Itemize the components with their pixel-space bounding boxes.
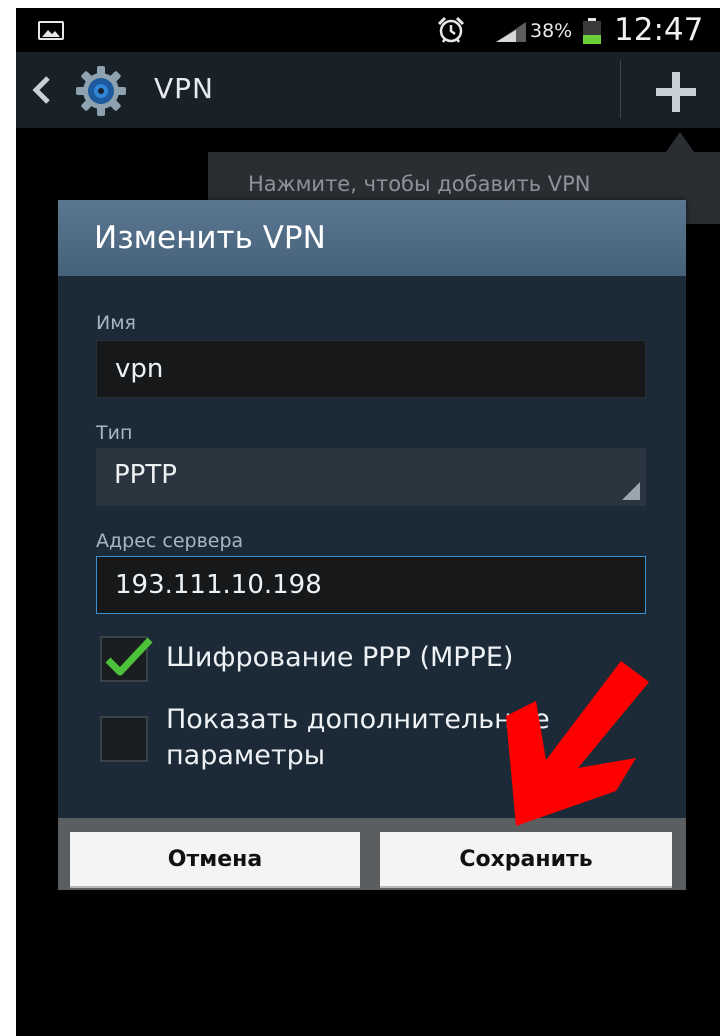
tooltip-pointer (666, 132, 694, 152)
server-address-label: Адрес сервера (96, 530, 244, 552)
type-dropdown[interactable]: PPTP (96, 448, 646, 506)
advanced-options-label-line1: Показать дополнительные (166, 704, 550, 735)
server-address-field[interactable]: 193.111.10.198 (96, 556, 646, 614)
phone-screen: 38% 12:47 VPN Нажмите, чтобы добавить VP… (16, 8, 720, 1036)
status-bar: 38% 12:47 (16, 8, 720, 52)
gallery-icon (38, 21, 64, 40)
add-plus-icon[interactable] (654, 70, 698, 114)
battery-percent: 38% (530, 20, 573, 42)
encryption-checkbox[interactable] (100, 636, 153, 682)
dialog-title: Изменить VPN (94, 220, 326, 256)
cancel-button[interactable]: Отмена (70, 832, 360, 888)
back-chevron-icon[interactable] (30, 74, 52, 106)
dropdown-corner-icon (622, 482, 640, 500)
tooltip-text: Нажмите, чтобы добавить VPN (248, 172, 591, 196)
name-value: vpn (115, 354, 164, 384)
type-label: Тип (96, 422, 133, 444)
page-title: VPN (154, 72, 214, 105)
save-button[interactable]: Сохранить (380, 832, 672, 888)
type-value: PPTP (114, 460, 177, 490)
action-bar: VPN (16, 52, 720, 128)
dialog-header: Изменить VPN (58, 200, 686, 276)
encryption-label[interactable]: Шифрование PPP (MPPE) (166, 640, 513, 676)
advanced-options-label[interactable]: Показать дополнительные параметры (166, 702, 550, 774)
advanced-options-checkbox[interactable] (100, 716, 148, 762)
name-field[interactable]: vpn (96, 340, 646, 398)
settings-gear-icon[interactable] (74, 64, 128, 118)
checkmark-icon (105, 637, 153, 676)
name-label: Имя (96, 312, 136, 334)
signal-icon (496, 22, 526, 42)
clock: 12:47 (614, 12, 704, 48)
battery-icon (583, 18, 601, 44)
red-annotation-arrow-icon (506, 661, 649, 826)
alarm-icon (437, 16, 465, 43)
advanced-options-label-line2: параметры (166, 740, 326, 771)
server-address-value: 193.111.10.198 (115, 570, 322, 600)
action-divider (620, 60, 621, 118)
